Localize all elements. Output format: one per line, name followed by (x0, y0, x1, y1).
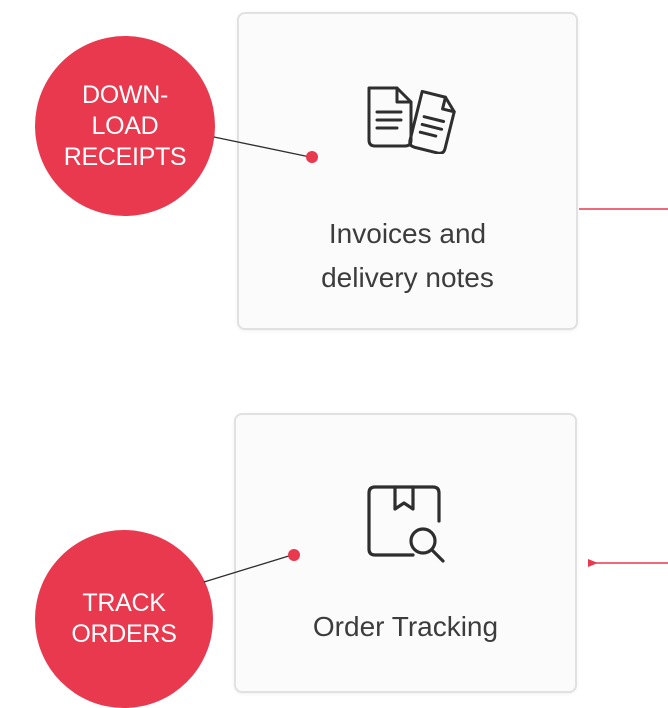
invoices-card[interactable]: Invoices and delivery notes (237, 12, 578, 330)
download-receipts-callout: DOWN- LOAD RECEIPTS (35, 36, 215, 216)
documents-icon (367, 86, 456, 154)
download-callout-line2: LOAD (91, 111, 159, 140)
track-callout-line2: ORDERS (71, 620, 177, 648)
order-tracking-card[interactable]: Order Tracking (234, 413, 577, 693)
track-callout-line1: TRACK (82, 589, 166, 617)
invoices-label-line2: delivery notes (321, 262, 494, 293)
download-callout-line3: RECEIPTS (63, 142, 187, 171)
invoices-card-label: Invoices and delivery notes (239, 212, 576, 300)
track-orders-callout: TRACK ORDERS (35, 530, 213, 708)
package-search-icon (367, 485, 445, 563)
invoices-label-line1: Invoices and (328, 218, 487, 249)
order-tracking-label: Order Tracking (312, 611, 499, 642)
download-callout-line1: DOWN- (82, 80, 168, 109)
